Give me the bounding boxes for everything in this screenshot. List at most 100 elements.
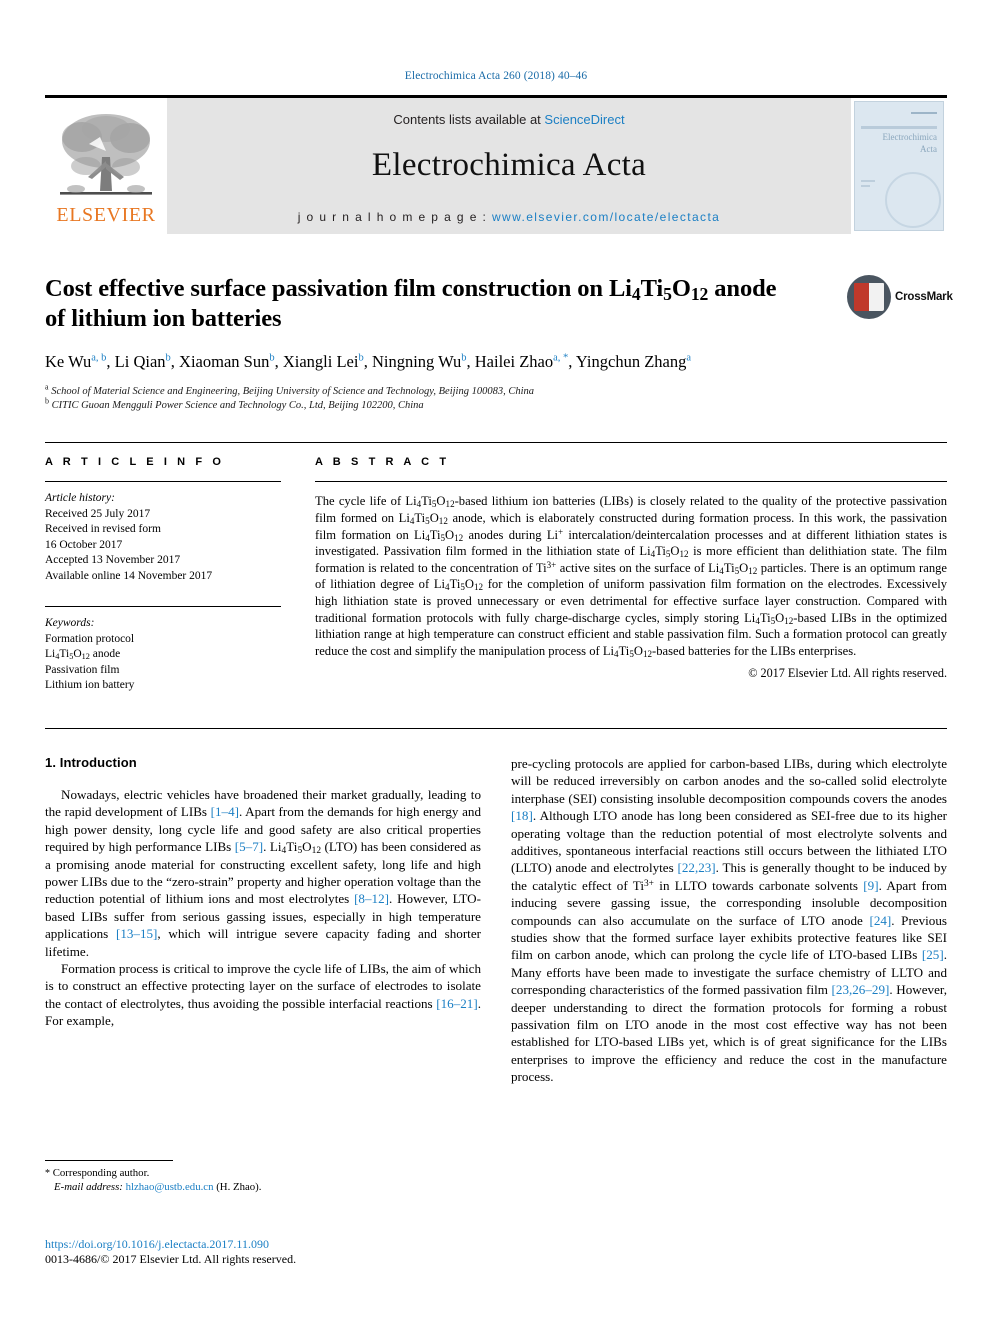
title-part-2: Ti <box>640 275 664 302</box>
homepage-label: j o u r n a l h o m e p a g e : <box>297 210 492 224</box>
article-info-divider <box>45 481 281 483</box>
citation-ref[interactable]: [18] <box>511 808 533 823</box>
issn-copyright-line: 0013-4686/© 2017 Elsevier Ltd. All right… <box>45 1252 297 1266</box>
elsevier-wordmark: ELSEVIER <box>56 204 156 226</box>
citation-ref[interactable]: [25] <box>922 947 944 962</box>
citation-ref[interactable]: [24] <box>869 913 891 928</box>
info-abstract-region: A R T I C L E I N F O Article history: R… <box>45 442 947 694</box>
body-column-right: pre-cycling protocols are applied for ca… <box>511 755 947 1086</box>
running-head: Electrochimica Acta 260 (2018) 40–46 <box>404 70 588 82</box>
author-separator: , <box>568 352 576 372</box>
sciencedirect-link[interactable]: ScienceDirect <box>544 112 624 127</box>
article-info-column: A R T I C L E I N F O Article history: R… <box>45 456 281 694</box>
doi-link[interactable]: https://doi.org/10.1016/j.electacta.2017… <box>45 1237 545 1252</box>
affiliation-marker: b <box>45 396 49 406</box>
author-name: Li Qian <box>114 352 166 372</box>
title-line-2: of lithium ion batteries <box>45 305 282 332</box>
intro-paragraph-2-continued: pre-cycling protocols are applied for ca… <box>511 755 947 1086</box>
corresponding-author-text: Corresponding author. <box>52 1167 150 1179</box>
footnote-divider <box>45 1160 173 1161</box>
affiliation-item: b CITIC Guoan Mengguli Power Science and… <box>45 396 424 411</box>
cover-title-line2: Acta <box>920 144 937 154</box>
article-history-item: Received in revised form <box>45 523 161 536</box>
keyword-items: Formation protocol Li4Ti5O12 anode Passiva… <box>45 632 281 694</box>
author-name: Hailei Zhao <box>474 352 554 372</box>
article-history-group: Article history: Received 25 July 2017 Re… <box>45 491 281 584</box>
section-heading-introduction: 1. Introduction <box>45 754 137 770</box>
masthead-center: Contents lists available at ScienceDirec… <box>167 98 851 234</box>
journal-cover-container: Electrochimica Acta <box>851 98 947 234</box>
keywords-label: Keywords: <box>45 617 95 630</box>
article-history-items: Received 25 July 2017 Received in revised… <box>45 507 281 585</box>
citation-ref[interactable]: [16–21] <box>436 996 477 1011</box>
author-name: Xiaoman Sun <box>179 352 270 372</box>
article-history-item: Accepted 13 November 2017 <box>45 554 181 567</box>
journal-masthead: ELSEVIER Contents lists available at Sci… <box>45 95 947 234</box>
intro-paragraph-2-tail: pre-cycling protocols are applied for ca… <box>511 755 947 1085</box>
body-region: 1. Introduction Nowadays, electric vehic… <box>45 727 947 1086</box>
crossmark-icon <box>847 275 891 319</box>
author-affiliation-marker: a, b <box>91 352 107 364</box>
email-label: E-mail address: <box>54 1180 123 1193</box>
journal-title: Electrochimica Acta <box>371 147 647 183</box>
elsevier-logo: ELSEVIER <box>45 98 167 234</box>
keywords-group: Keywords: Formation protocol Li4Ti5O12 an… <box>45 616 281 694</box>
title-part-4: anode <box>708 275 777 302</box>
keywords-divider <box>45 606 281 608</box>
author-separator: , <box>170 352 180 372</box>
author-name: Ke Wu <box>45 352 92 372</box>
author-name: Yingchun Zhang <box>575 352 687 372</box>
keyword-item: Passivation film <box>45 663 120 676</box>
affiliation-marker: a <box>45 382 49 392</box>
abstract-divider <box>315 481 947 483</box>
page-title: Cost effective surface passivation film … <box>45 274 805 334</box>
author-separator: , <box>274 352 283 372</box>
author-separator: , <box>106 352 115 372</box>
elsevier-tree-icon <box>56 111 156 203</box>
email-link[interactable]: hlzhao@ustb.edu.cn <box>126 1181 214 1193</box>
affiliation-list: a School of Material Science and Enginee… <box>45 382 947 412</box>
author-name: Ningning Wu <box>371 352 462 372</box>
page-footer: https://doi.org/10.1016/j.electacta.2017… <box>45 1237 545 1267</box>
citation-ref[interactable]: [13–15] <box>116 926 157 941</box>
affiliation-item: a School of Material Science and Enginee… <box>45 382 534 398</box>
citation-ref[interactable]: [9] <box>863 878 878 893</box>
author-list: Ke Wua, b, Li Qianb, Xiaoman Sunb, Xiang… <box>45 350 835 373</box>
body-column-left: 1. Introduction Nowadays, electric vehic… <box>45 755 481 1086</box>
author-separator: , <box>363 352 372 372</box>
cover-globe-icon <box>885 172 941 228</box>
cover-title-line1: Electrochimica <box>882 132 937 142</box>
crossmark-badge[interactable]: CrossMark <box>847 274 953 320</box>
intro-paragraph-2: Formation process is critical to improve… <box>45 960 481 1029</box>
homepage-url-link[interactable]: www.elsevier.com/locate/electacta <box>492 210 720 224</box>
abstract-heading: A B S T R A C T <box>315 456 450 469</box>
title-sub-3: 12 <box>690 283 709 304</box>
abstract-column: A B S T R A C T The cycle life of Li4Ti5… <box>315 456 947 694</box>
corresponding-author-marker: * <box>45 1168 50 1179</box>
article-history-item: 16 October 2017 <box>45 538 123 551</box>
citation-ref[interactable]: [23,26–29] <box>832 982 890 997</box>
crossmark-label: CrossMark <box>895 291 953 303</box>
citation-ref[interactable]: [1–4] <box>211 804 239 819</box>
title-part-1: Cost effective surface passivation film … <box>45 275 632 302</box>
abstract-text: The cycle life of Li4Ti5O12-based lithiu… <box>315 494 948 659</box>
citation-ref[interactable]: [8–12] <box>354 891 389 906</box>
contents-prefix: Contents lists available at <box>393 112 545 127</box>
keyword-item: Formation protocol <box>45 632 135 645</box>
contents-available-line: Contents lists available at ScienceDirec… <box>393 112 624 127</box>
title-block: CrossMark Cost effective surface passiva… <box>45 274 953 412</box>
citation-ref[interactable]: [5–7] <box>235 839 263 854</box>
author-affiliation-marker: a <box>686 352 692 364</box>
abstract-copyright: © 2017 Elsevier Ltd. All rights reserved… <box>748 666 947 681</box>
title-sub-2: 5 <box>663 283 672 304</box>
article-page: Electrochimica Acta 260 (2018) 40–46 ELS… <box>0 0 992 1323</box>
author-affiliation-marker: a, * <box>553 352 569 364</box>
journal-cover-thumbnail: Electrochimica Acta <box>854 101 944 231</box>
title-sub-1: 4 <box>631 283 641 304</box>
keyword-item: Lithium ion battery <box>45 679 135 692</box>
keyword-item: Li4Ti5O12 anode <box>45 648 121 662</box>
article-history-item: Received 25 July 2017 <box>45 507 151 520</box>
citation-ref[interactable]: [22,23] <box>677 860 715 875</box>
author-separator: , <box>466 352 475 372</box>
author-name: Xiangli Lei <box>282 352 359 372</box>
